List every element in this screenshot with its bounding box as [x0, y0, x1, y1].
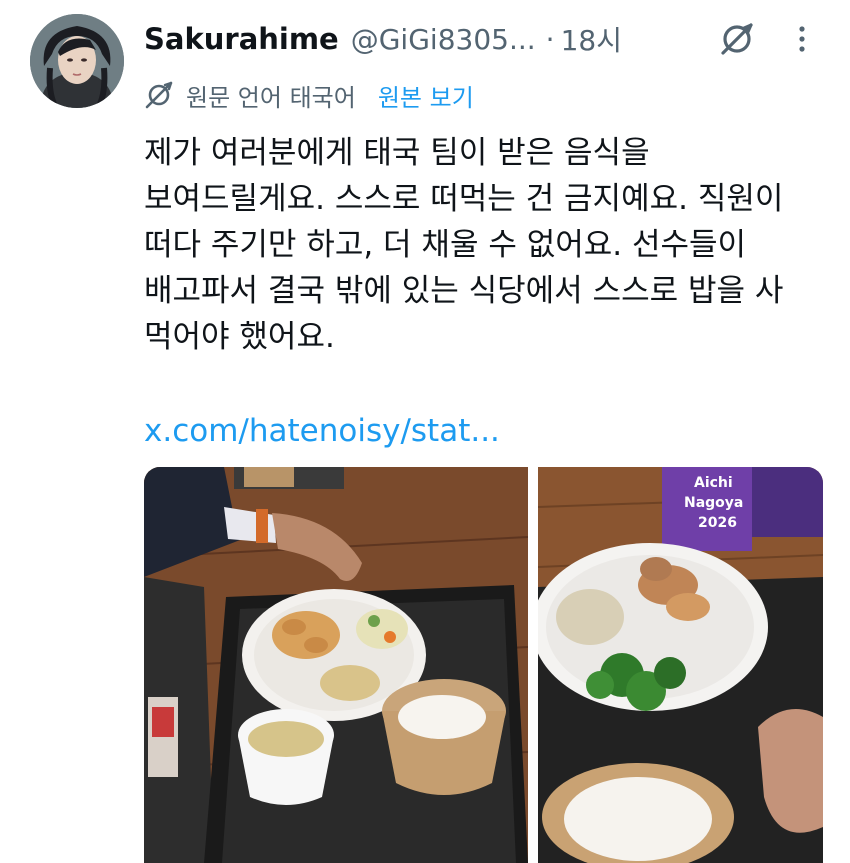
grok-icon[interactable]	[718, 20, 756, 58]
tweet-text: 제가 여러분에게 태국 팀이 받은 음식을 보여드릴게요. 스스로 떠먹는 건 …	[144, 130, 834, 360]
separator-dot: ·	[545, 22, 555, 56]
translation-label: 원문 언어 태국어	[186, 83, 356, 112]
author-avatar[interactable]	[30, 14, 124, 108]
show-original-link[interactable]: 원본 보기	[378, 78, 474, 113]
photo-sign-text: Nagoya	[684, 495, 743, 511]
more-icon[interactable]	[792, 20, 812, 58]
tweet-header: Sakurahime @GiGi8305... · 18시	[144, 18, 622, 60]
photo-sign-text: 2026	[698, 515, 737, 531]
media-photo-1[interactable]	[144, 467, 528, 863]
tweet-link[interactable]: x.com/hatenoisy/stat...	[144, 408, 500, 454]
tweet-timestamp[interactable]: 18시	[561, 19, 622, 59]
translation-bar: 원문 언어 태국어 원본 보기	[144, 78, 474, 112]
photo-sign-text: Aichi	[694, 475, 733, 491]
media-photo-2[interactable]: Aichi Nagoya 2026	[538, 467, 823, 863]
tweet-text-line: 보여드릴게요. 스스로 떠먹는 건 금지예요. 직원이	[144, 181, 784, 217]
translate-icon	[145, 81, 173, 109]
tweet-text-line: 제가 여러분에게 태국 팀이 받은 음식을	[144, 135, 650, 171]
author-handle[interactable]: @GiGi8305...	[351, 23, 536, 56]
tweet-text-line: 먹어야 했어요.	[144, 319, 335, 355]
author-name[interactable]: Sakurahime	[144, 22, 339, 56]
tweet-text-line: 배고파서 결국 밖에 있는 식당에서 스스로 밥을 사	[144, 273, 784, 309]
tweet-text-line: 떠다 주기만 하고, 더 채울 수 없어요. 선수들이	[144, 227, 747, 263]
